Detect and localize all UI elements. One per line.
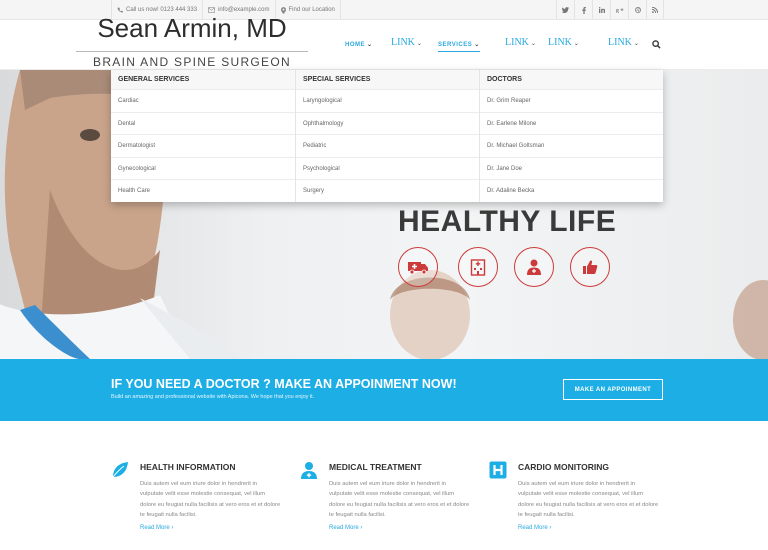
menu-column-doctors: DOCTORS Dr. Grim Reaper Dr. Earlene Milo…	[479, 70, 663, 202]
hospital-icon	[470, 259, 486, 276]
thumbs-up-button[interactable]	[570, 247, 610, 287]
menu-item[interactable]: Pediatric	[296, 134, 479, 157]
menu-item[interactable]: Dr. Earlene Milone	[480, 111, 663, 135]
service-text: Duis autem vel eum iriure dolor in hendr…	[329, 481, 470, 518]
nav-link-2-label: LINK	[505, 37, 529, 48]
doctor-icon	[301, 462, 317, 479]
nav-services-label: SERVICES	[438, 42, 473, 48]
menu-item[interactable]: Dr. Jane Doe	[480, 156, 663, 180]
dribbble-icon[interactable]	[628, 0, 646, 20]
service-title: HEALTH INFORMATION	[140, 462, 236, 472]
menu-item[interactable]: Gynecological	[111, 156, 295, 180]
menu-column-special: SPECIAL SERVICES Laryngological Ophthalm…	[295, 70, 479, 202]
nav-item-link-4[interactable]: LINK ⌄	[608, 37, 639, 48]
nav-item-link-3[interactable]: LINK ⌄	[548, 37, 579, 48]
ambulance-button[interactable]	[398, 247, 438, 287]
service-text: Duis autem vel eum iriure dolor in hendr…	[140, 481, 281, 518]
menu-item[interactable]: Cardiac	[111, 89, 295, 112]
appointment-title: IF YOU NEED A DOCTOR ? MAKE AN APPOINMEN…	[111, 377, 457, 391]
menu-column-heading: GENERAL SERVICES	[111, 70, 295, 89]
thumbs-up-icon	[583, 260, 598, 274]
chevron-down-icon: ⌄	[416, 41, 422, 47]
nav-link-1-label: LINK	[391, 37, 415, 48]
doctor-button[interactable]	[514, 247, 554, 287]
nav-home-label: HOME	[345, 42, 365, 48]
hero-title: HEALTHY LIFE	[398, 205, 617, 238]
svg-text:g: g	[616, 8, 619, 13]
patient-image	[733, 280, 768, 359]
nav-item-link-1[interactable]: LINK ⌄	[391, 37, 422, 48]
menu-item[interactable]: Laryngological	[296, 89, 479, 112]
read-more-link[interactable]: Read More ›	[140, 525, 173, 531]
nav-item-link-2[interactable]: LINK ⌄	[505, 37, 536, 48]
chevron-down-icon: ⌄	[474, 42, 480, 48]
doctor-icon	[527, 259, 541, 275]
make-appointment-button[interactable]: MAKE AN APPOINMENT	[563, 379, 663, 400]
menu-column-heading: DOCTORS	[480, 70, 663, 89]
social-links: g	[556, 0, 664, 20]
facebook-icon[interactable]	[574, 0, 592, 20]
menu-item[interactable]: Dental	[111, 111, 295, 135]
menu-item[interactable]: Psychological	[296, 156, 479, 180]
logo-name[interactable]: Sean Armin, MD	[76, 15, 308, 41]
hospital-h-icon	[489, 461, 507, 479]
google-plus-icon[interactable]: g	[610, 0, 628, 20]
chevron-down-icon: ⌄	[367, 42, 373, 48]
menu-item[interactable]: Dr. Adaline Becka	[480, 179, 663, 202]
leaf-icon	[112, 462, 128, 478]
read-more-link[interactable]: Read More ›	[329, 525, 362, 531]
menu-item[interactable]: Surgery	[296, 179, 479, 202]
chevron-down-icon: ⌄	[530, 41, 536, 47]
menu-item[interactable]: Health Care	[111, 179, 295, 202]
logo-divider	[76, 51, 308, 52]
menu-item[interactable]: Dr. Michael Goltsman	[480, 134, 663, 157]
appointment-banner: IF YOU NEED A DOCTOR ? MAKE AN APPOINMEN…	[0, 359, 768, 421]
service-text: Duis autem vel eum iriure dolor in hendr…	[518, 481, 659, 518]
linkedin-icon[interactable]	[592, 0, 610, 20]
service-title: MEDICAL TREATMENT	[329, 462, 422, 472]
chevron-down-icon: ⌄	[633, 41, 639, 47]
service-title: CARDIO MONITORING	[518, 462, 609, 472]
twitter-icon[interactable]	[556, 0, 574, 20]
nav-item-home[interactable]: HOME ⌄	[345, 41, 373, 48]
menu-item[interactable]: Ophthalmology	[296, 111, 479, 135]
page: Call us now! 0123 444 333 info@example.c…	[0, 0, 768, 550]
menu-column-heading: SPECIAL SERVICES	[296, 70, 479, 89]
nav-item-services[interactable]: SERVICES ⌄	[438, 41, 480, 52]
logo-subtitle: BRAIN AND SPINE SURGEON	[93, 55, 291, 69]
nav-link-4-label: LINK	[608, 37, 632, 48]
services-mega-menu: GENERAL SERVICES Cardiac Dental Dermatol…	[111, 70, 663, 202]
menu-item[interactable]: Dr. Grim Reaper	[480, 89, 663, 112]
ambulance-icon	[408, 262, 428, 275]
read-more-link[interactable]: Read More ›	[518, 525, 551, 531]
appointment-subtitle: Build an amazing and professional websit…	[111, 394, 315, 400]
rss-icon[interactable]	[646, 0, 664, 20]
menu-column-general: GENERAL SERVICES Cardiac Dental Dermatol…	[111, 70, 295, 202]
menu-item[interactable]: Dermatologist	[111, 134, 295, 157]
hospital-button[interactable]	[458, 247, 498, 287]
nav-link-3-label: LINK	[548, 37, 572, 48]
chevron-down-icon: ⌄	[573, 41, 579, 47]
search-icon[interactable]	[652, 40, 661, 49]
